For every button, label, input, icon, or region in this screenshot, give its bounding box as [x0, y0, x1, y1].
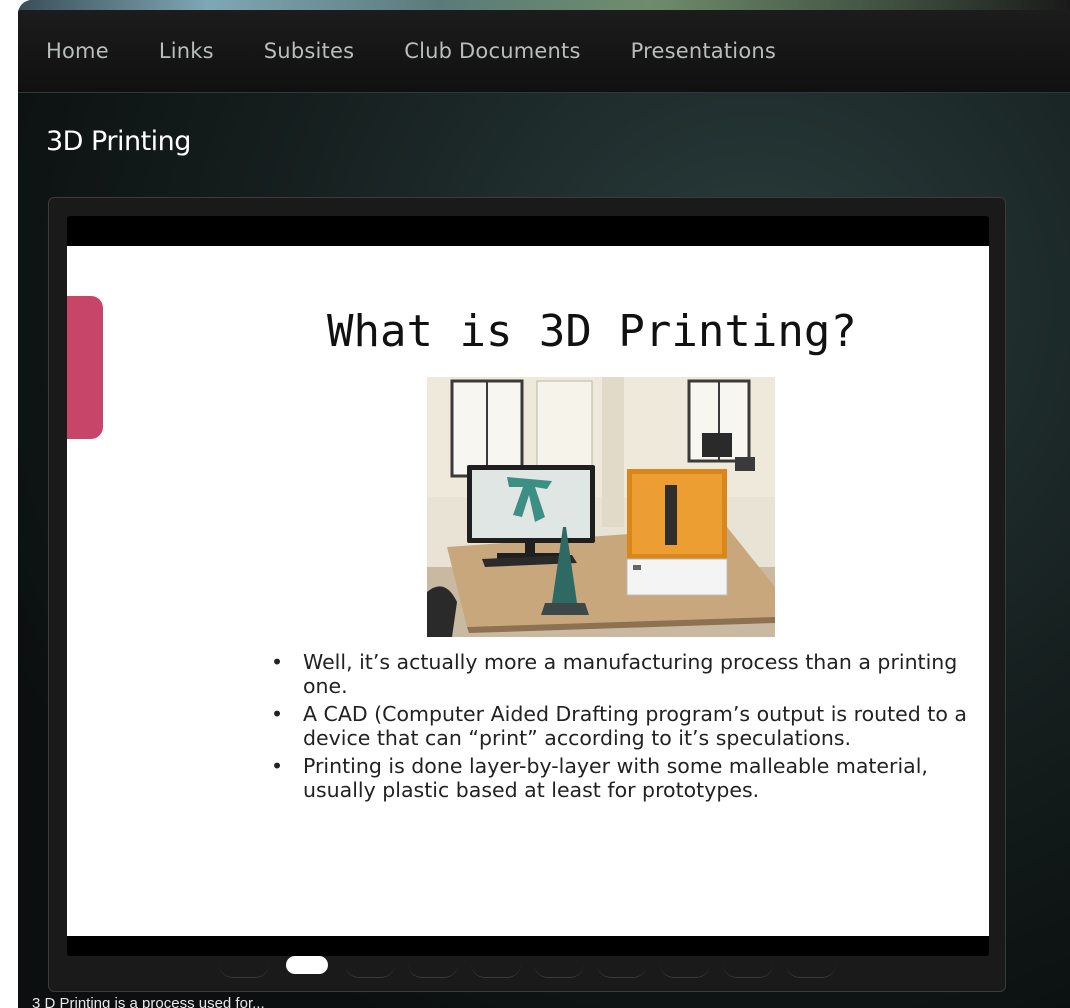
slide-pager-dot[interactable] [534, 952, 584, 978]
slide-title: What is 3D Printing? [327, 306, 857, 357]
slide-pager-dot[interactable] [408, 952, 458, 978]
top-navigation: Home Links Subsites Club Documents Prese… [18, 10, 1070, 93]
slide-bullet-list: • Well, it’s actually more a manufacturi… [267, 650, 967, 806]
slide-pager-dot[interactable] [219, 952, 269, 978]
slide-pager-dot[interactable] [345, 952, 395, 978]
slide-pager [219, 952, 849, 980]
slide-bullet: • Printing is done layer-by-layer with s… [267, 754, 967, 802]
nav-list: Home Links Subsites Club Documents Prese… [18, 10, 1070, 92]
nav-item-home[interactable]: Home [46, 39, 109, 63]
slide-pager-dot[interactable] [786, 952, 836, 978]
slide-pager-dot[interactable] [660, 952, 710, 978]
page-caption: 3 D Printing is a process used for... [32, 995, 265, 1008]
bullet-dot: • [270, 702, 284, 726]
header-banner-strip [18, 0, 1070, 10]
slide-pager-dot-active[interactable] [286, 956, 328, 974]
3d-printer-photo-icon [427, 377, 775, 637]
bullet-dot: • [270, 650, 284, 674]
slide-bullet: • A CAD (Computer Aided Drafting program… [267, 702, 967, 750]
bullet-dot: • [270, 754, 284, 778]
bullet-text: Printing is done layer-by-layer with som… [303, 754, 928, 802]
slide-accent-tab [67, 296, 103, 439]
slide: What is 3D Printing? • Well, it’s actual… [67, 246, 989, 936]
bullet-text: A CAD (Computer Aided Drafting program’s… [303, 702, 967, 750]
site-container: Home Links Subsites Club Documents Prese… [18, 0, 1070, 1008]
slide-pager-dot[interactable] [597, 952, 647, 978]
slide-bullet: • Well, it’s actually more a manufacturi… [267, 650, 967, 698]
bullet-text: Well, it’s actually more a manufacturing… [303, 650, 958, 698]
nav-item-links[interactable]: Links [159, 39, 214, 63]
page-title: 3D Printing [46, 126, 191, 157]
nav-item-club-documents[interactable]: Club Documents [404, 39, 580, 63]
presentation-viewer: What is 3D Printing? • Well, it’s actual… [48, 197, 1006, 992]
nav-item-presentations[interactable]: Presentations [631, 39, 776, 63]
nav-item-subsites[interactable]: Subsites [264, 39, 354, 63]
slide-pager-dot[interactable] [723, 952, 773, 978]
slide-pager-dot[interactable] [471, 952, 521, 978]
slide-viewport[interactable]: What is 3D Printing? • Well, it’s actual… [67, 216, 989, 956]
